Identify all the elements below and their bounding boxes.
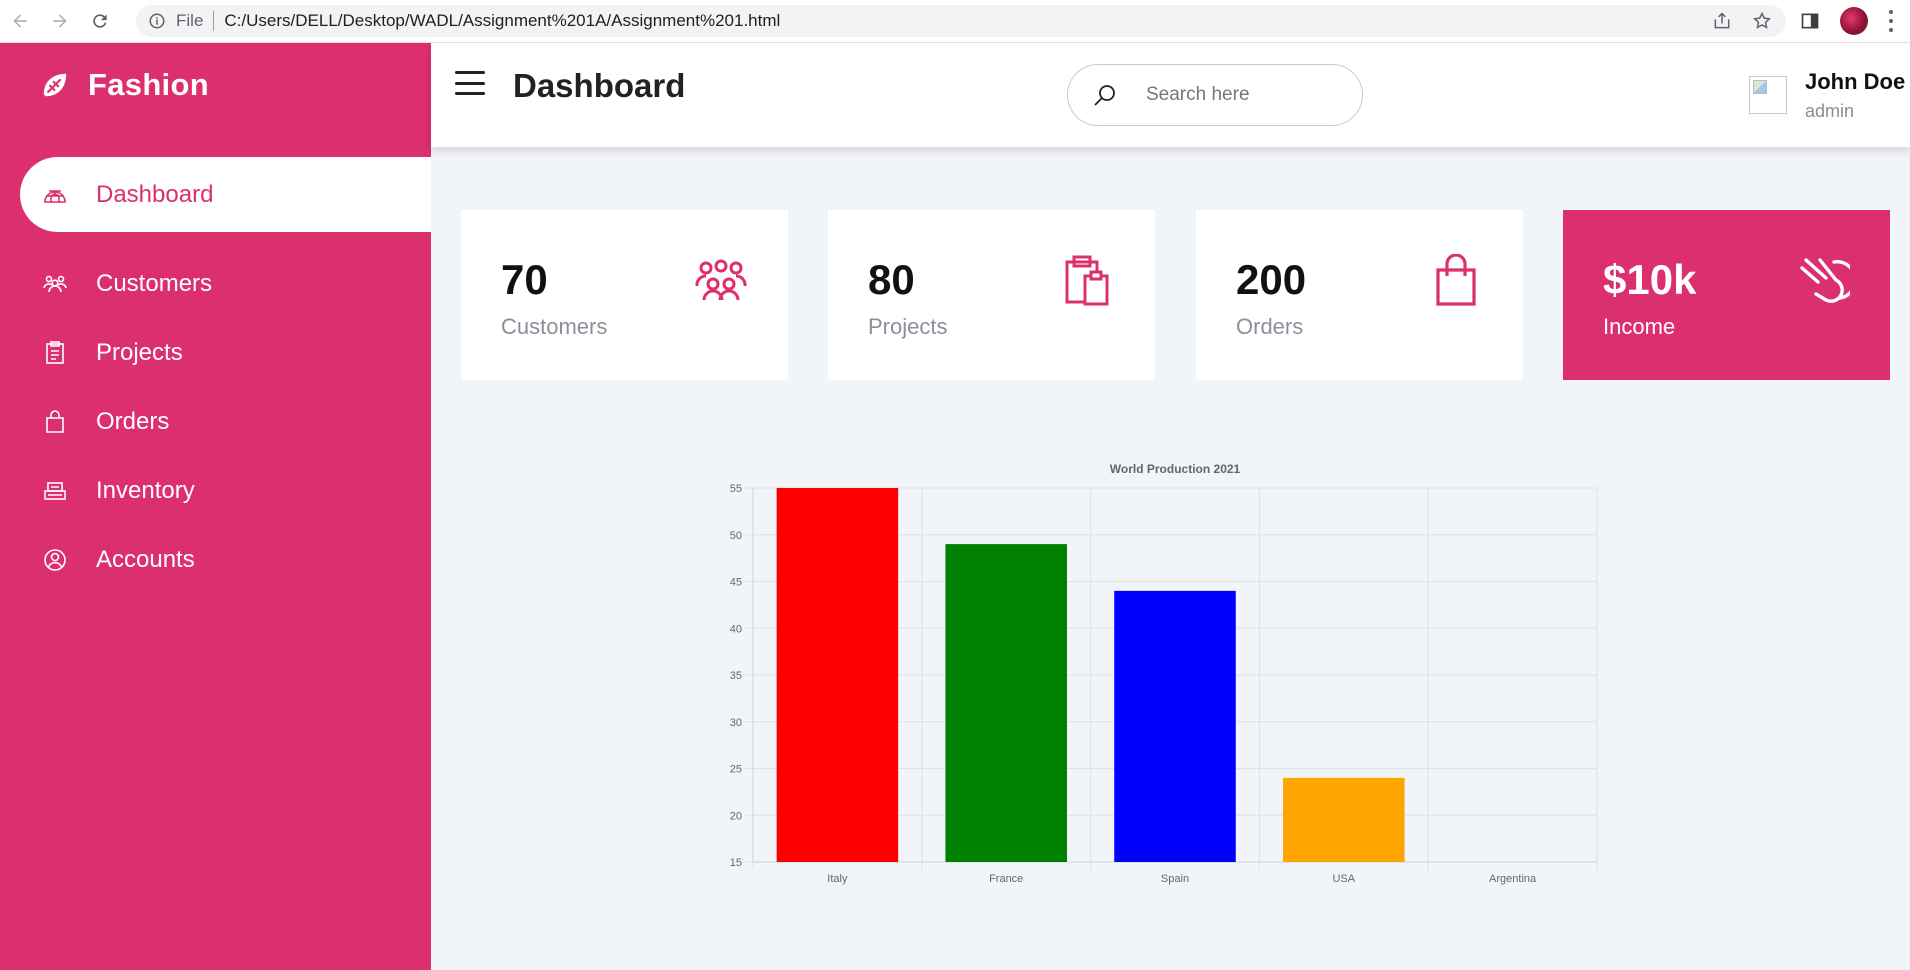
back-button[interactable] [0,0,40,43]
brand-name: Fashion [88,67,209,102]
sidebar-item-accounts[interactable]: Accounts [20,522,431,597]
wallet-icon [1800,258,1850,303]
sidebar-item-label: Inventory [96,476,195,504]
search-icon[interactable] [1092,82,1118,108]
brand[interactable]: Fashion [40,67,209,103]
sidebar-item-customers[interactable]: Customers [20,246,431,321]
bar-chart: World Production 2021 15 20 25 30 35 40 45 50 55 I… [730,462,1598,885]
x-tick-label: Spain [1161,873,1189,885]
x-tick-label: Argentina [1489,873,1537,885]
bar-usa [1283,777,1405,862]
y-tick-label: 35 [730,670,742,682]
bar-spain [1114,590,1236,862]
stat-value: 80 [868,256,915,303]
sidebar-item-label: Customers [96,269,213,297]
search-input[interactable] [1146,84,1346,106]
account-circle-icon [40,545,70,575]
shopping-bag-icon [1436,254,1476,306]
share-icon[interactable] [1712,11,1732,31]
browser-toolbar: File C:/Users/DELL/Desktop/WADL/Assignme… [0,0,1910,43]
leaf-logo-icon [43,73,67,97]
sidebar-item-label: Orders [96,407,170,435]
users-icon [40,269,70,299]
stat-label: Customers [501,314,608,339]
page-title: Dashboard [513,67,686,104]
x-tick-label: USA [1332,873,1355,885]
broken-image-icon [1753,80,1767,94]
user-name: John Doe [1805,69,1906,94]
menu-toggle-button[interactable] [455,71,485,95]
stat-label: Income [1603,314,1676,339]
stat-card-orders[interactable]: 200 Orders [1196,210,1523,380]
reload-button[interactable] [80,0,120,43]
info-icon[interactable] [148,12,166,30]
clipboard-icon [1065,255,1109,306]
bookmark-star-icon[interactable] [1752,11,1772,31]
address-bar[interactable]: File C:/Users/DELL/Desktop/WADL/Assignme… [136,5,1786,37]
sidebar-item-projects[interactable]: Projects [20,315,431,390]
inventory-icon [40,476,70,506]
x-tick-label: France [989,873,1023,885]
stat-value: 70 [501,256,548,303]
url-separator [213,11,215,31]
y-tick-label: 50 [730,530,742,542]
users-icon [695,259,747,301]
user-role: admin [1805,101,1855,121]
chart-title: World Production 2021 [1110,462,1241,476]
sidebar-item-inventory[interactable]: Inventory [20,453,431,528]
url-scheme: File [176,11,204,30]
sidebar: Fashion Dashboard Customers Projects Ord… [0,43,431,970]
stat-card-income[interactable]: $10k Income [1563,210,1890,380]
profile-avatar[interactable] [1840,7,1868,35]
avatar[interactable] [1749,76,1787,114]
stat-value: $10k [1603,256,1697,303]
y-tick-label: 25 [730,764,742,776]
production-chart: World Production 2021 15 20 25 30 35 40 45 50 55 I… [700,455,1620,905]
side-panel-icon[interactable] [1800,11,1820,31]
shopping-bag-icon [40,407,70,437]
sidebar-item-label: Accounts [96,545,195,573]
y-tick-label: 15 [730,857,742,869]
url-text[interactable]: C:/Users/DELL/Desktop/WADL/Assignment%20… [224,11,780,31]
topbar: Dashboard John Doe admin [431,43,1910,147]
y-tick-label: 20 [730,810,742,822]
stat-card-customers[interactable]: 70 Customers [461,210,788,380]
y-tick-label: 45 [730,577,742,589]
arrow-right-icon [53,14,67,28]
stat-label: Orders [1236,314,1304,339]
igloo-icon [40,180,70,210]
sidebar-item-label: Dashboard [96,180,214,208]
arrow-left-icon [13,14,27,28]
stat-card-projects[interactable]: 80 Projects [828,210,1155,380]
sidebar-item-label: Projects [96,338,183,366]
sidebar-item-dashboard[interactable]: Dashboard [20,157,431,232]
y-tick-label: 40 [730,623,742,635]
bar-france [945,544,1067,862]
x-tick-label: Italy [827,873,848,885]
browser-menu-button[interactable] [1888,10,1894,32]
stat-value: 200 [1236,256,1307,303]
stat-label: Projects [868,314,948,339]
y-tick-label: 30 [730,717,742,729]
forward-button[interactable] [40,0,80,43]
y-tick-label: 55 [730,483,742,495]
reload-icon [93,14,107,28]
clipboard-icon [40,338,70,368]
bar-italy [776,488,899,862]
search-box[interactable] [1067,64,1363,126]
sidebar-item-orders[interactable]: Orders [20,384,431,459]
